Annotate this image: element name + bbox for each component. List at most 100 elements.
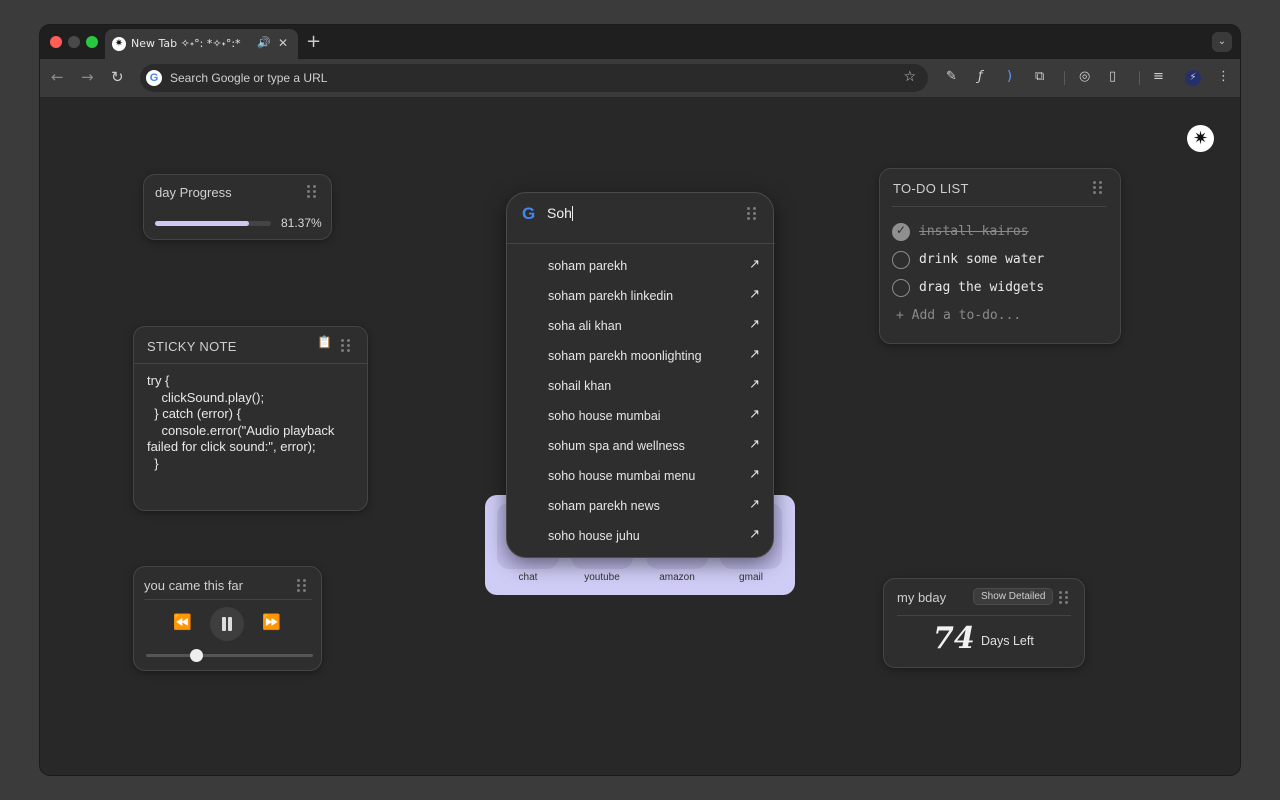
todo-widget: TO-DO LIST install kairos drink some wat… [879,168,1121,344]
maximize-window-button[interactable] [86,36,98,48]
drag-handle-icon[interactable] [1093,181,1102,194]
playback-slider[interactable] [146,649,313,662]
chevron-down-icon[interactable]: ⌄ [1212,32,1232,52]
search-suggestion-text: sohum spa and wellness [548,439,685,453]
search-suggestion[interactable]: soham parekh news ↗ [548,491,760,521]
profile-avatar-icon[interactable]: ⚡ [1185,70,1201,86]
todo-item-text: install kairos [919,224,1029,239]
search-suggestion-text: soho house juhu [548,529,640,543]
pause-button[interactable] [210,607,244,641]
day-progress-bar [155,221,271,226]
todo-item[interactable]: drag the widgets [892,278,1107,300]
minimize-window-button[interactable] [68,36,80,48]
widget-divider [892,206,1106,207]
search-suggestion-text: soham parekh news [548,499,660,513]
text-caret [572,206,573,221]
screenshot-icon[interactable]: ◎ [1079,69,1090,84]
shortcut-label-chat[interactable]: chat [491,572,565,583]
tab-title: New Tab ✧˖°: *✧˖°:* [131,37,241,50]
shortcut-label-gmail[interactable]: gmail [714,572,788,583]
days-left-number: 74 [933,621,975,656]
address-bar[interactable]: G Search Google or type a URL ☆ [140,64,928,92]
search-input[interactable] [547,203,737,223]
search-suggestion[interactable]: soho house mumbai menu ↗ [548,461,760,491]
toolbar-divider [1064,71,1065,85]
toolbar-divider [1139,71,1140,85]
checkbox[interactable] [892,251,910,269]
search-suggestion-text: soho house mumbai [548,409,661,423]
widget-divider [144,599,312,600]
search-divider [507,243,775,244]
arrow-up-right-icon[interactable]: ↗ [749,377,760,392]
show-detailed-button[interactable]: Show Detailed [973,588,1054,605]
close-icon[interactable]: ✕ [278,36,288,50]
back-button[interactable]: ← [51,68,64,86]
widget-title: my bday [897,590,947,605]
search-suggestion[interactable]: soham parekh ↗ [548,251,760,281]
drag-handle-icon[interactable] [747,207,756,220]
todo-item[interactable]: drink some water [892,250,1107,272]
drag-handle-icon[interactable] [297,579,306,592]
search-suggestion-text: sohail khan [548,379,612,393]
day-progress-percent: 81.37% [281,216,322,230]
arrow-up-right-icon[interactable]: ↗ [749,317,760,332]
more-menu-icon[interactable]: ⋮ [1217,69,1230,84]
arrow-up-right-icon[interactable]: ↗ [749,257,760,272]
search-suggestion[interactable]: soho house juhu ↗ [548,521,760,551]
arrow-up-right-icon[interactable]: ↗ [749,497,760,512]
wifi-extension-icon[interactable]: ) [1007,69,1012,84]
arrow-up-right-icon[interactable]: ↗ [749,467,760,482]
reload-button[interactable]: ↻ [111,68,124,86]
search-suggestion[interactable]: soham parekh linkedin ↗ [548,281,760,311]
widget-title: you came this far [144,578,243,593]
active-tab[interactable]: ✷ New Tab ✧˖°: *✧˖°:* 🔊 ✕ [105,29,298,59]
speaker-icon[interactable]: 🔊 [257,36,271,49]
add-todo-input[interactable]: + Add a to-do... [896,308,1021,323]
slider-thumb[interactable] [190,649,204,662]
search-suggestion-text: soham parekh moonlighting [548,349,702,363]
todo-item-text: drag the widgets [919,280,1045,295]
search-suggestion[interactable]: soha ali khan ↗ [548,311,760,341]
todo-item-text: drink some water [919,252,1045,267]
clipboard-icon[interactable]: 📋 [317,335,332,349]
extensions-puzzle-icon[interactable]: ⧉ [1035,69,1044,84]
widget-divider [897,615,1071,616]
rewind-icon[interactable]: ⏪ [173,613,192,631]
widget-title: day Progress [155,185,232,200]
tab-favicon-icon: ✷ [112,37,126,51]
address-bar-placeholder: Search Google or type a URL [170,71,328,85]
eyedropper-icon[interactable]: ✎ [946,69,957,84]
drag-handle-icon[interactable] [307,185,316,198]
arrow-up-right-icon[interactable]: ↗ [749,407,760,422]
fast-forward-icon[interactable]: ⏩ [262,613,281,631]
shortcut-label-youtube[interactable]: youtube [565,572,639,583]
todo-item[interactable]: install kairos [892,222,1107,244]
checkbox[interactable] [892,223,910,241]
kairos-logo-icon[interactable]: ✷ [1187,125,1214,152]
search-suggestion[interactable]: sohum spa and wellness ↗ [548,431,760,461]
sticky-note-text[interactable]: try { clickSound.play(); } catch (error)… [147,373,357,472]
forward-button[interactable]: → [81,68,94,86]
media-queue-icon[interactable]: ≡ [1153,69,1164,84]
reading-mode-icon[interactable]: ▯ [1109,69,1116,84]
sticky-note-widget: STICKY NOTE 📋 try { clickSound.play(); }… [133,326,368,511]
drag-handle-icon[interactable] [1059,591,1068,604]
checkbox[interactable] [892,279,910,297]
days-left-label: Days Left [981,634,1034,648]
search-suggestion[interactable]: sohail khan ↗ [548,371,760,401]
arrow-up-right-icon[interactable]: ↗ [749,347,760,362]
new-tab-button[interactable]: + [306,31,321,52]
arrow-up-right-icon[interactable]: ↗ [749,287,760,302]
google-icon: G [146,70,162,86]
arrow-up-right-icon[interactable]: ↗ [749,527,760,542]
font-icon[interactable]: ƒ [978,69,983,84]
arrow-up-right-icon[interactable]: ↗ [749,437,760,452]
search-suggestion[interactable]: soham parekh moonlighting ↗ [548,341,760,371]
bookmark-star-icon[interactable]: ☆ [903,69,916,85]
browser-toolbar: ← → ↻ G Search Google or type a URL ☆ ✎ … [40,59,1240,97]
search-suggestion[interactable]: soho house mumbai ↗ [548,401,760,431]
close-window-button[interactable] [50,36,62,48]
shortcut-label-amazon[interactable]: amazon [640,572,714,583]
drag-handle-icon[interactable] [341,339,350,352]
new-tab-page: ✷ day Progress 81.37% STICKY NOTE 📋 try … [40,97,1240,775]
